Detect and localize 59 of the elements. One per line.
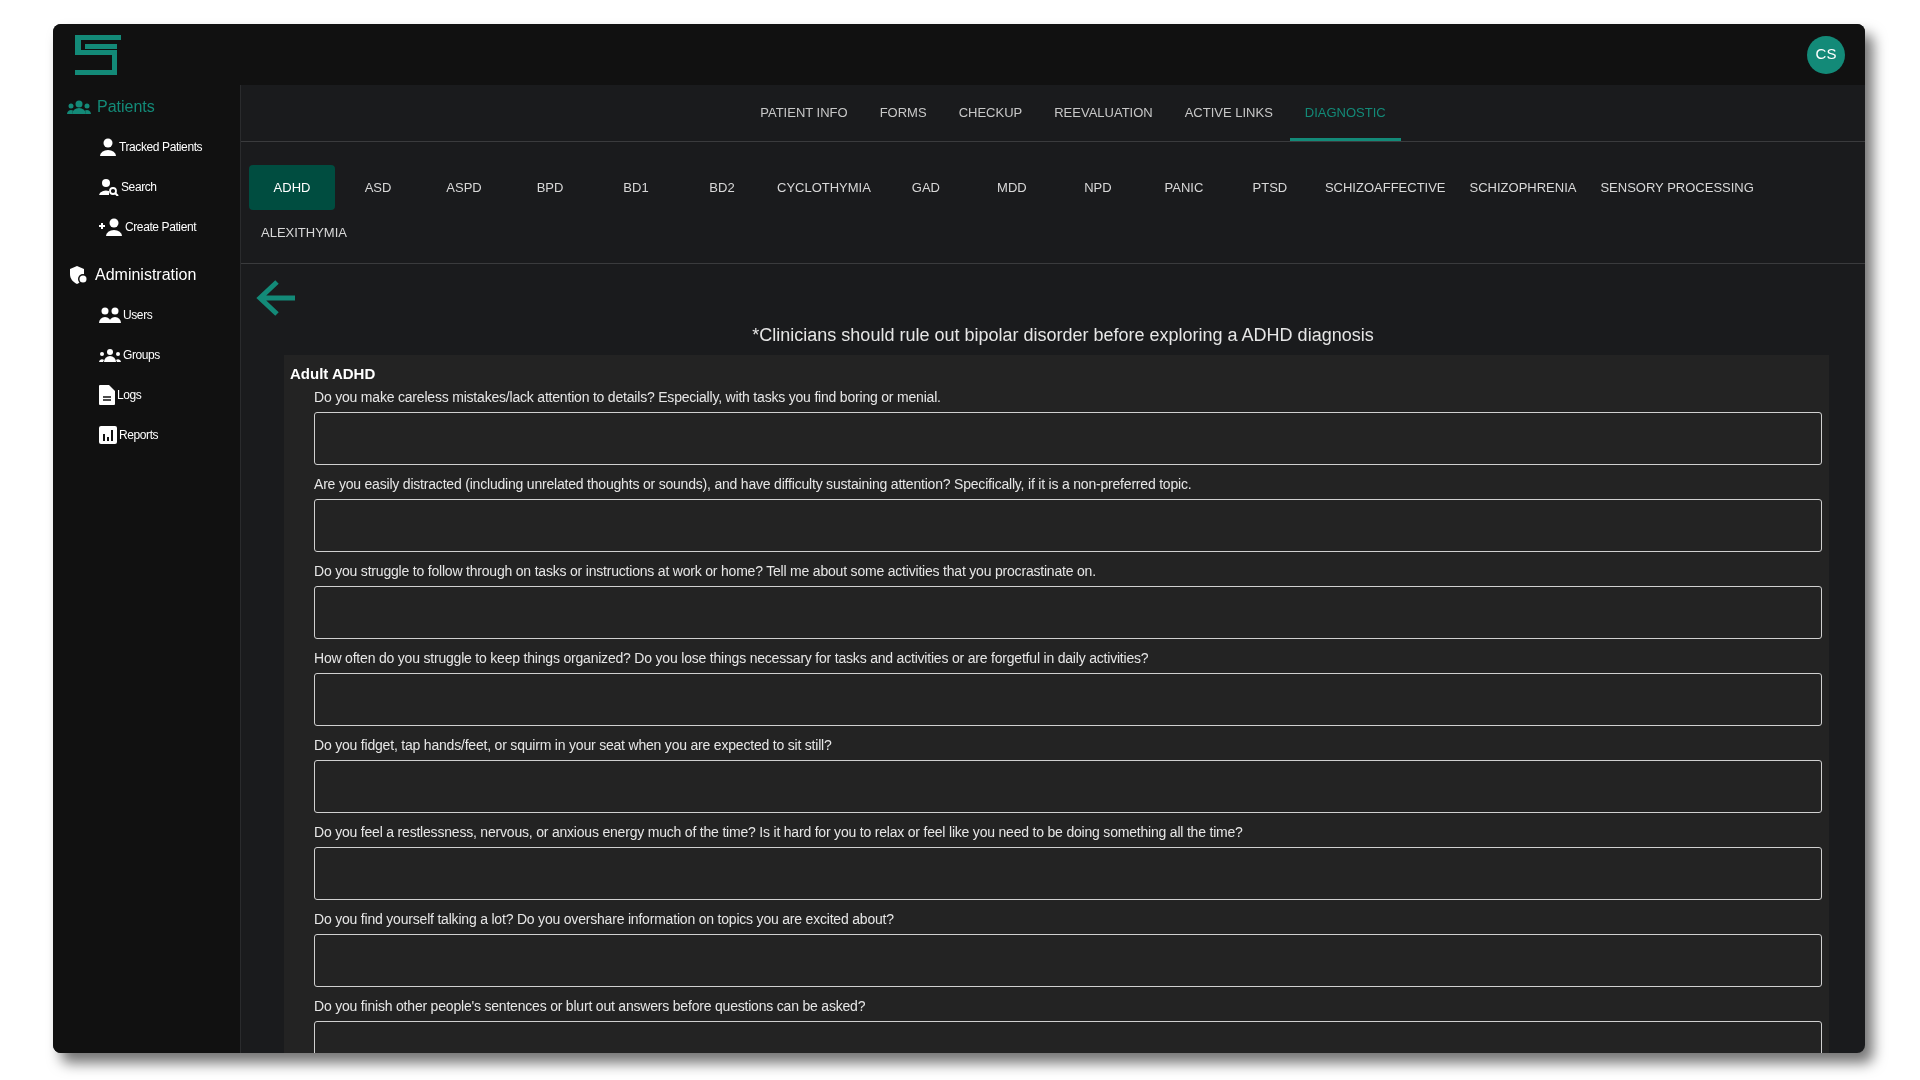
users-icon xyxy=(99,307,121,323)
diagnosis-tab[interactable]: ADHD xyxy=(249,165,335,210)
question-label: Do you fidget, tap hands/feet, or squirm in your seat when you are expected to sit still? xyxy=(314,736,833,753)
person-search-icon xyxy=(99,178,119,196)
answer-field[interactable] xyxy=(314,672,1822,726)
question-label: Do you make careless mistakes/lack attention to details? Especially, with tasks you find boring or menial. xyxy=(314,388,942,405)
diagnosis-tab[interactable]: PTSD xyxy=(1226,165,1313,210)
diagnosis-tab[interactable]: GAD xyxy=(882,165,969,210)
diagnosis-tab[interactable]: SCHIZOAFFECTIVE xyxy=(1312,165,1458,210)
nav-tab[interactable]: REEVALUATION xyxy=(1039,85,1168,141)
question-label: Do you finish other people's sentences or blurt out answers before questions can be asked? xyxy=(314,997,867,1014)
logo-icon xyxy=(73,32,123,77)
sidebar-item[interactable]: Logs xyxy=(117,386,142,404)
nav-tab[interactable]: CHECKUP xyxy=(943,85,1038,141)
shield-icon xyxy=(69,265,89,285)
answer-field[interactable] xyxy=(314,585,1822,639)
bar-chart-icon xyxy=(99,426,117,444)
diagnosis-tab[interactable]: ASD xyxy=(335,165,421,210)
answer-field[interactable] xyxy=(314,411,1822,465)
diagnosis-tab[interactable]: SENSORY PROCESSING xyxy=(1588,165,1766,210)
user-avatar[interactable]: CS xyxy=(1807,35,1845,74)
diagnosis-tab[interactable]: BD1 xyxy=(593,165,679,210)
sidebar-item[interactable]: Search xyxy=(121,178,157,196)
nav-tab[interactable]: DIAGNOSTIC xyxy=(1289,85,1401,141)
answer-field[interactable] xyxy=(314,498,1822,552)
nav-tab[interactable]: FORMS xyxy=(864,85,942,141)
add-person-icon xyxy=(99,218,123,236)
notice-text: *Clinicians should rule out bipolar disorder before exploring a ADHD diagnosis xyxy=(751,324,1375,347)
diagnosis-tab[interactable]: PANIC xyxy=(1140,165,1227,210)
sidebar-item[interactable]: Reports xyxy=(119,426,159,444)
question-label: Do you feel a restlessness, nervous, or anxious energy much of the time? Is it hard for you to relax or feel like you need to be doing something all the time? xyxy=(314,823,1244,840)
document-icon xyxy=(99,385,115,405)
sidebar-item[interactable]: Tracked Patients xyxy=(119,138,203,156)
answer-field[interactable] xyxy=(314,759,1822,813)
diagnosis-tab[interactable]: BPD xyxy=(507,165,593,210)
question-label: Do you struggle to follow through on tasks or instructions at work or home? Tell me about some activities that you procrastinate on. xyxy=(314,562,1097,579)
groups-icon xyxy=(99,348,121,362)
nav-tab[interactable]: PATIENT INFO xyxy=(745,85,863,141)
diagnosis-tab[interactable]: ASPD xyxy=(421,165,507,210)
people-icon xyxy=(67,100,91,114)
question-label: Are you easily distracted (including unrelated thoughts or sounds), and have difficulty sustaining attention? Specifically, if it is a non-preferred topic. xyxy=(314,475,1193,492)
person-icon xyxy=(99,138,117,156)
answer-field[interactable] xyxy=(314,846,1822,900)
sidebar-item[interactable]: Create Patient xyxy=(125,218,197,236)
diagnosis-tab[interactable]: CYCLOTHYMIA xyxy=(765,165,883,210)
diagnosis-tab[interactable]: BD2 xyxy=(679,165,765,210)
sidebar-section[interactable]: Patients xyxy=(97,95,155,119)
sidebar-section[interactable]: Administration xyxy=(95,263,197,287)
form-title: Adult ADHD xyxy=(290,364,377,384)
diagnosis-tab[interactable]: ALEXITHYMIA xyxy=(249,210,359,255)
diagnosis-tab[interactable]: NPD xyxy=(1054,165,1141,210)
nav-tab[interactable]: ACTIVE LINKS xyxy=(1169,85,1288,141)
diagnosis-tab[interactable]: SCHIZOPHRENIA xyxy=(1457,165,1589,210)
question-label: Do you find yourself talking a lot? Do you overshare information on topics you are excited about? xyxy=(314,910,895,927)
sidebar-item[interactable]: Groups xyxy=(123,346,160,364)
answer-field[interactable] xyxy=(314,933,1822,987)
sidebar-item[interactable]: Users xyxy=(123,306,153,324)
diagnosis-tab[interactable]: MDD xyxy=(968,165,1055,210)
question-label: How often do you struggle to keep things organized? Do you lose things necessary for tasks and activities or are forgetful in daily activities? xyxy=(314,649,1150,666)
